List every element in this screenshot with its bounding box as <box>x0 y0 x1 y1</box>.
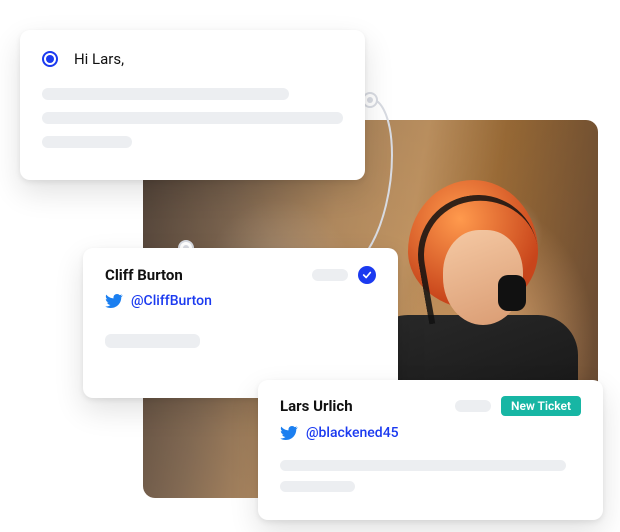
contact-handle-row: @CliffBurton <box>105 292 376 310</box>
contact-name: Cliff Burton <box>105 266 183 284</box>
skeleton-pill <box>455 400 491 412</box>
contact-handle[interactable]: @blackened45 <box>306 425 399 441</box>
contact-body-placeholder <box>105 334 376 348</box>
skeleton-line <box>105 334 200 348</box>
twitter-icon <box>105 292 123 310</box>
message-preview-card[interactable]: Hi Lars, <box>20 30 365 180</box>
verified-badge-icon <box>358 266 376 284</box>
greeting-row: Hi Lars, <box>42 48 343 68</box>
contact-card-cliff[interactable]: Cliff Burton @CliffBurton <box>83 248 398 398</box>
contact-card-header: Cliff Burton <box>105 266 376 284</box>
skeleton-line <box>42 112 343 124</box>
twitter-icon <box>280 424 298 442</box>
skeleton-line <box>42 136 132 148</box>
skeleton-pill <box>312 269 348 281</box>
contact-name: Lars Urlich <box>280 397 353 415</box>
contact-handle-row: @blackened45 <box>280 424 581 442</box>
contact-card-lars[interactable]: Lars Urlich New Ticket @blackened45 <box>258 380 603 520</box>
contact-card-header: Lars Urlich New Ticket <box>280 396 581 416</box>
contact-body-placeholder <box>280 460 581 492</box>
skeleton-line <box>42 88 289 100</box>
message-body-placeholder <box>42 88 343 148</box>
radio-selected-icon <box>42 51 58 67</box>
greeting-text: Hi Lars, <box>74 50 124 68</box>
contact-handle[interactable]: @CliffBurton <box>131 293 212 309</box>
skeleton-line <box>280 481 355 492</box>
new-ticket-badge: New Ticket <box>501 396 581 416</box>
skeleton-line <box>280 460 566 471</box>
